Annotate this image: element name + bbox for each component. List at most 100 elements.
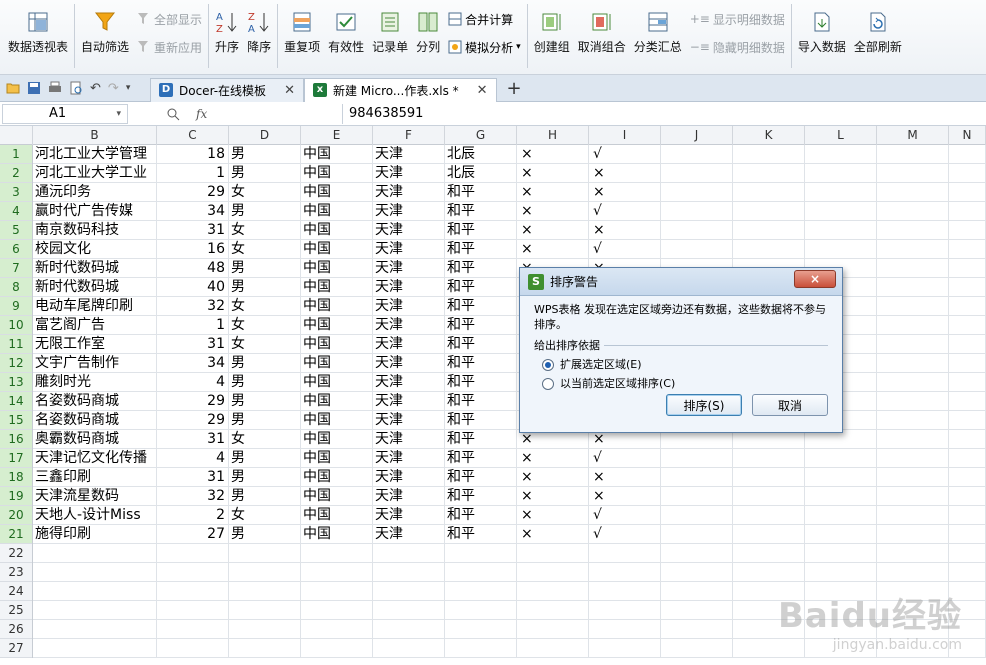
table-cell[interactable]: 和平 [445, 354, 517, 373]
table-cell[interactable]: × [589, 164, 661, 183]
table-cell[interactable] [949, 259, 986, 278]
table-cell[interactable] [949, 639, 986, 658]
table-cell[interactable]: 女 [229, 221, 301, 240]
table-cell[interactable]: 和平 [445, 183, 517, 202]
table-cell[interactable] [877, 544, 949, 563]
table-cell[interactable] [949, 278, 986, 297]
table-cell[interactable] [805, 164, 877, 183]
tab-docer[interactable]: D Docer-在线模板 ✕ [150, 77, 304, 102]
table-cell[interactable] [805, 563, 877, 582]
table-cell[interactable]: × [517, 202, 589, 221]
row-header[interactable]: 8 [0, 278, 32, 297]
table-cell[interactable]: × [517, 221, 589, 240]
table-cell[interactable] [373, 544, 445, 563]
table-cell[interactable]: 女 [229, 240, 301, 259]
table-cell[interactable]: 中国 [301, 487, 373, 506]
table-cell[interactable]: 北辰 [445, 145, 517, 164]
table-cell[interactable]: 男 [229, 145, 301, 164]
table-cell[interactable]: 32 [157, 297, 229, 316]
table-cell[interactable]: 中国 [301, 411, 373, 430]
table-cell[interactable]: × [589, 468, 661, 487]
table-cell[interactable]: 天津 [373, 145, 445, 164]
table-cell[interactable] [805, 620, 877, 639]
table-cell[interactable]: 29 [157, 411, 229, 430]
table-cell[interactable]: 和平 [445, 449, 517, 468]
table-cell[interactable]: × [517, 164, 589, 183]
table-cell[interactable] [733, 164, 805, 183]
table-cell[interactable]: × [589, 221, 661, 240]
table-cell[interactable] [805, 145, 877, 164]
table-cell[interactable]: 名姿数码商城 [33, 411, 157, 430]
table-cell[interactable]: 女 [229, 335, 301, 354]
table-cell[interactable]: 和平 [445, 525, 517, 544]
table-cell[interactable] [33, 620, 157, 639]
table-cell[interactable] [949, 506, 986, 525]
table-cell[interactable] [229, 582, 301, 601]
table-cell[interactable] [589, 544, 661, 563]
expand-selection-radio[interactable]: 扩展选定区域(E) [542, 357, 828, 372]
table-cell[interactable] [949, 297, 986, 316]
table-cell[interactable]: 中国 [301, 392, 373, 411]
table-cell[interactable]: 中国 [301, 468, 373, 487]
table-cell[interactable] [589, 601, 661, 620]
formula-input[interactable]: 984638591 [342, 103, 986, 124]
hide-detail-button[interactable]: −≡ 隐藏明细数据 [690, 38, 785, 56]
table-cell[interactable] [157, 544, 229, 563]
table-cell[interactable] [949, 202, 986, 221]
table-cell[interactable]: √ [589, 449, 661, 468]
table-cell[interactable]: 中国 [301, 240, 373, 259]
table-cell[interactable]: 奥霸数码商城 [33, 430, 157, 449]
row-header[interactable]: 26 [0, 620, 32, 639]
row-header[interactable]: 12 [0, 354, 32, 373]
table-cell[interactable] [949, 601, 986, 620]
close-button[interactable]: × [794, 270, 836, 288]
table-cell[interactable]: 河北工业大学工业 [33, 164, 157, 183]
table-cell[interactable]: 名姿数码商城 [33, 392, 157, 411]
table-cell[interactable] [877, 183, 949, 202]
table-cell[interactable] [877, 373, 949, 392]
table-cell[interactable]: √ [589, 525, 661, 544]
table-cell[interactable]: 48 [157, 259, 229, 278]
subtotal-button[interactable]: 分类汇总 [630, 0, 686, 74]
table-cell[interactable]: 富艺阁广告 [33, 316, 157, 335]
table-cell[interactable] [949, 392, 986, 411]
table-cell[interactable]: 中国 [301, 335, 373, 354]
table-cell[interactable] [949, 335, 986, 354]
function-icon[interactable]: fx [196, 107, 207, 121]
column-header[interactable]: K [733, 126, 805, 145]
table-cell[interactable] [949, 411, 986, 430]
autofilter-button[interactable]: 自动筛选 [77, 0, 133, 74]
table-cell[interactable]: 29 [157, 183, 229, 202]
table-cell[interactable]: 和平 [445, 373, 517, 392]
table-cell[interactable]: 和平 [445, 297, 517, 316]
table-cell[interactable]: 和平 [445, 411, 517, 430]
table-cell[interactable] [661, 183, 733, 202]
table-cell[interactable] [661, 240, 733, 259]
table-cell[interactable] [157, 582, 229, 601]
table-cell[interactable] [445, 601, 517, 620]
table-cell[interactable]: 和平 [445, 335, 517, 354]
sort-ascending-button[interactable]: AZ 升序 [211, 0, 243, 74]
table-cell[interactable]: 和平 [445, 259, 517, 278]
row-header[interactable]: 14 [0, 392, 32, 411]
column-header[interactable]: C [157, 126, 229, 145]
row-header[interactable]: 3 [0, 183, 32, 202]
table-cell[interactable]: 天津 [373, 411, 445, 430]
table-cell[interactable]: √ [589, 145, 661, 164]
table-cell[interactable]: 天津 [373, 487, 445, 506]
show-all-button[interactable]: 全部显示 [137, 10, 202, 28]
table-cell[interactable]: × [517, 506, 589, 525]
validity-button[interactable]: 有效性 [324, 0, 368, 74]
table-cell[interactable]: 天津 [373, 449, 445, 468]
table-cell[interactable]: 南京数码科技 [33, 221, 157, 240]
column-header[interactable]: I [589, 126, 661, 145]
table-cell[interactable] [805, 582, 877, 601]
tab-workbook[interactable]: x 新建 Micro...作表.xls * ✕ [303, 77, 497, 102]
table-cell[interactable] [661, 601, 733, 620]
table-cell[interactable] [805, 506, 877, 525]
table-cell[interactable] [805, 544, 877, 563]
row-header[interactable]: 23 [0, 563, 32, 582]
open-folder-icon[interactable] [6, 81, 20, 95]
table-cell[interactable] [445, 620, 517, 639]
table-cell[interactable] [229, 544, 301, 563]
